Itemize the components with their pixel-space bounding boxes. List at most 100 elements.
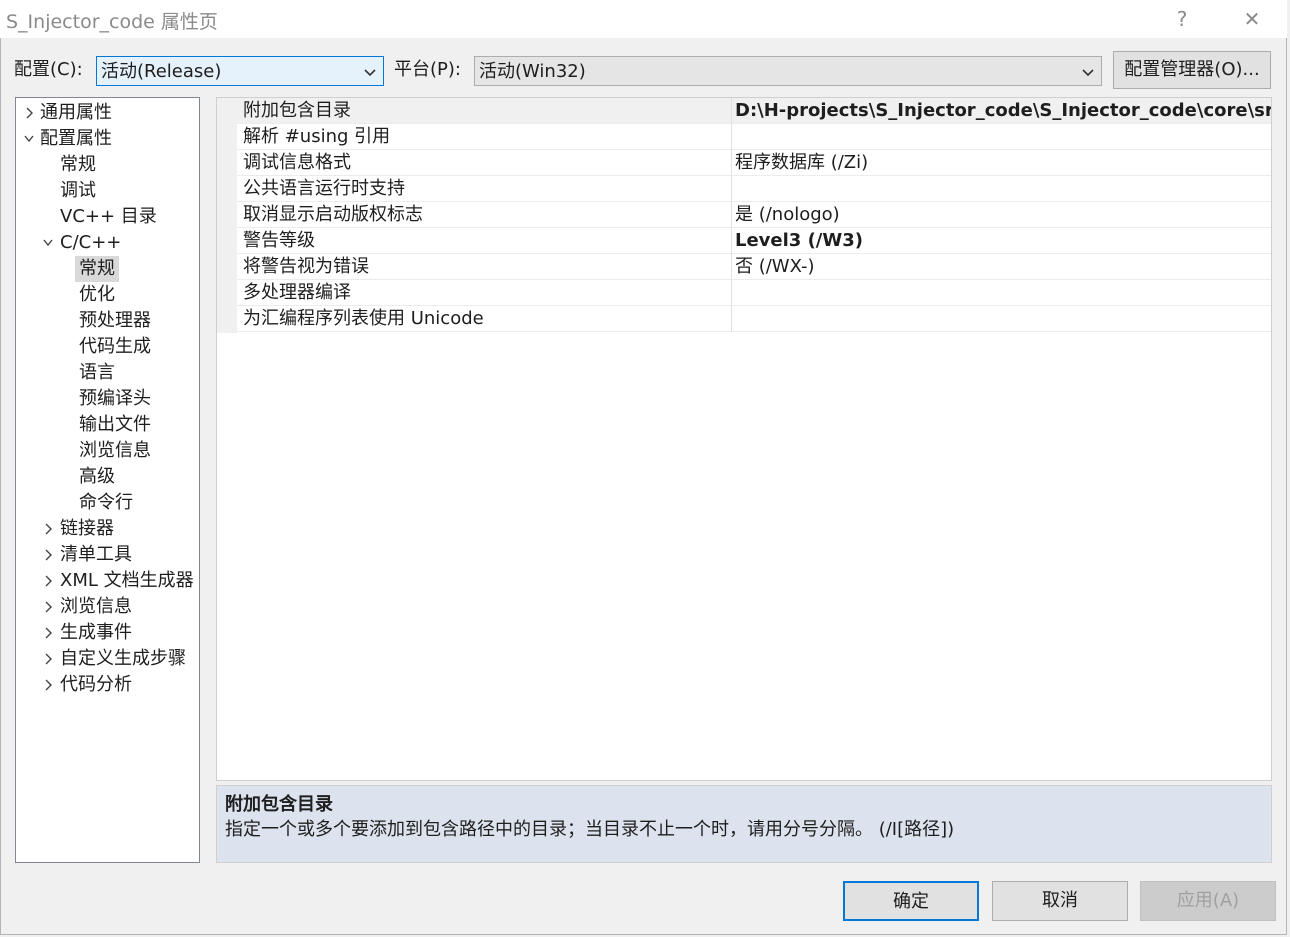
expand-down-icon[interactable] bbox=[24, 132, 34, 146]
expand-down-icon[interactable] bbox=[43, 236, 53, 250]
tree-item[interactable]: 浏览信息 bbox=[16, 438, 199, 464]
config-manager-button[interactable]: 配置管理器(O)... bbox=[1113, 51, 1271, 89]
property-value[interactable]: 否 (/WX-) bbox=[735, 254, 1271, 280]
description-text: 指定一个或多个要添加到包含路径中的目录；当目录不止一个时，请用分号分隔。 (/I… bbox=[225, 819, 955, 840]
column-divider bbox=[731, 98, 732, 124]
ok-button[interactable]: 确定 bbox=[843, 881, 979, 921]
tree-item[interactable]: 代码分析 bbox=[16, 672, 199, 698]
help-button[interactable]: ? bbox=[1159, 2, 1205, 36]
column-divider bbox=[731, 150, 732, 176]
config-dropdown[interactable]: 活动(Release) bbox=[96, 56, 384, 86]
tree-item[interactable]: 预处理器 bbox=[16, 308, 199, 334]
property-value[interactable]: D:\H-projects\S_Injector_code\S_Injector… bbox=[735, 98, 1271, 124]
property-row[interactable]: 为汇编程序列表使用 Unicode bbox=[237, 306, 1271, 332]
expand-right-icon[interactable] bbox=[43, 678, 53, 692]
property-row[interactable]: 将警告视为错误 否 (/WX-) bbox=[237, 254, 1271, 280]
tree-item-label: 代码生成 bbox=[79, 336, 151, 357]
config-value: 活动(Release) bbox=[101, 61, 222, 82]
tree-item-label: 自定义生成步骤 bbox=[60, 648, 186, 669]
tree-item[interactable]: 代码生成 bbox=[16, 334, 199, 360]
close-button[interactable]: ✕ bbox=[1229, 2, 1275, 36]
cancel-button[interactable]: 取消 bbox=[992, 881, 1128, 921]
description-panel: 附加包含目录 指定一个或多个要添加到包含路径中的目录；当目录不止一个时，请用分号… bbox=[216, 785, 1272, 863]
property-name: 警告等级 bbox=[243, 230, 315, 251]
property-row[interactable]: 公共语言运行时支持 bbox=[237, 176, 1271, 202]
tree-item-label: 链接器 bbox=[60, 518, 114, 539]
title-bar: S_Injector_code 属性页 ? ✕ bbox=[0, 0, 1287, 38]
property-row[interactable]: 解析 #using 引用 bbox=[237, 124, 1271, 150]
tree-item[interactable]: XML 文档生成器 bbox=[16, 568, 199, 594]
column-divider bbox=[731, 254, 732, 280]
column-divider bbox=[731, 306, 732, 332]
tree-item[interactable]: 调试 bbox=[16, 178, 199, 204]
window-title: S_Injector_code 属性页 bbox=[6, 11, 218, 33]
tree-item[interactable]: 链接器 bbox=[16, 516, 199, 542]
tree-item-label: VC++ 目录 bbox=[60, 206, 157, 227]
property-value[interactable]: Level3 (/W3) bbox=[735, 228, 1271, 254]
chevron-down-icon bbox=[1082, 69, 1094, 77]
tree-item-label: 清单工具 bbox=[60, 544, 132, 565]
tree-item-label: 命令行 bbox=[79, 492, 133, 513]
tree-item-label: 语言 bbox=[79, 362, 115, 383]
tree-item-label: 调试 bbox=[60, 180, 96, 201]
property-row[interactable]: 多处理器编译 bbox=[237, 280, 1271, 306]
chevron-down-icon bbox=[364, 69, 376, 77]
column-divider bbox=[731, 176, 732, 202]
property-name: 附加包含目录 bbox=[243, 100, 351, 121]
tree-item-label: 浏览信息 bbox=[79, 440, 151, 461]
tree-item-label: 优化 bbox=[79, 284, 115, 305]
column-divider bbox=[731, 124, 732, 150]
expand-right-icon[interactable] bbox=[24, 106, 34, 120]
tree-item-label: 高级 bbox=[79, 466, 115, 487]
tree-item-label: 常规 bbox=[60, 154, 96, 175]
tree-item[interactable]: 配置属性 bbox=[16, 126, 199, 152]
tree-item[interactable]: 输出文件 bbox=[16, 412, 199, 438]
tree-item-label: 生成事件 bbox=[60, 622, 132, 643]
expand-right-icon[interactable] bbox=[43, 626, 53, 640]
property-row[interactable]: 调试信息格式 程序数据库 (/Zi) bbox=[237, 150, 1271, 176]
expand-right-icon[interactable] bbox=[43, 652, 53, 666]
tree-item-label: 配置属性 bbox=[40, 128, 112, 149]
tree-item-label: C/C++ bbox=[60, 232, 122, 253]
tree-item[interactable]: 自定义生成步骤 bbox=[16, 646, 199, 672]
tree-item-label: 输出文件 bbox=[79, 414, 151, 435]
property-row[interactable]: 附加包含目录 D:\H-projects\S_Injector_code\S_In… bbox=[237, 98, 1271, 124]
grid-gutter bbox=[217, 98, 237, 333]
tree-item[interactable]: 语言 bbox=[16, 360, 199, 386]
property-value[interactable]: 是 (/nologo) bbox=[735, 202, 1271, 228]
property-name: 将警告视为错误 bbox=[243, 256, 369, 277]
expand-right-icon[interactable] bbox=[43, 574, 53, 588]
tree-item-label: 浏览信息 bbox=[60, 596, 132, 617]
tree-item[interactable]: 通用属性 bbox=[16, 100, 199, 126]
property-value[interactable]: 程序数据库 (/Zi) bbox=[735, 150, 1271, 176]
column-divider bbox=[731, 228, 732, 254]
expand-right-icon[interactable] bbox=[43, 600, 53, 614]
property-tree: 通用属性 配置属性 常规 调试 VC++ 目录 C/C++ 常规 优化 预处理器 代码生成 语言 预编… bbox=[15, 97, 200, 863]
tree-item[interactable]: 高级 bbox=[16, 464, 199, 490]
config-label: 配置(C): bbox=[14, 59, 83, 80]
tree-item[interactable]: 清单工具 bbox=[16, 542, 199, 568]
property-row[interactable]: 警告等级 Level3 (/W3) bbox=[237, 228, 1271, 254]
tree-item[interactable]: 预编译头 bbox=[16, 386, 199, 412]
tree-item[interactable]: VC++ 目录 bbox=[16, 204, 199, 230]
tree-item[interactable]: 生成事件 bbox=[16, 620, 199, 646]
tree-item[interactable]: 优化 bbox=[16, 282, 199, 308]
tree-item[interactable]: 常规 bbox=[16, 152, 199, 178]
tree-item-label: XML 文档生成器 bbox=[60, 570, 194, 591]
property-name: 解析 #using 引用 bbox=[243, 126, 391, 147]
description-title: 附加包含目录 bbox=[225, 794, 333, 815]
expand-right-icon[interactable] bbox=[43, 522, 53, 536]
property-row[interactable]: 取消显示启动版权标志 是 (/nologo) bbox=[237, 202, 1271, 228]
tree-item[interactable]: 命令行 bbox=[16, 490, 199, 516]
platform-value: 活动(Win32) bbox=[479, 61, 586, 82]
column-divider bbox=[731, 202, 732, 228]
property-name: 取消显示启动版权标志 bbox=[243, 204, 423, 225]
tree-item-label: 通用属性 bbox=[40, 102, 112, 123]
property-name: 公共语言运行时支持 bbox=[243, 178, 405, 199]
tree-item[interactable]: 常规 bbox=[16, 256, 199, 282]
platform-dropdown[interactable]: 活动(Win32) bbox=[474, 56, 1102, 86]
tree-item[interactable]: C/C++ bbox=[16, 230, 199, 256]
apply-button[interactable]: 应用(A) bbox=[1140, 881, 1276, 921]
tree-item[interactable]: 浏览信息 bbox=[16, 594, 199, 620]
expand-right-icon[interactable] bbox=[43, 548, 53, 562]
